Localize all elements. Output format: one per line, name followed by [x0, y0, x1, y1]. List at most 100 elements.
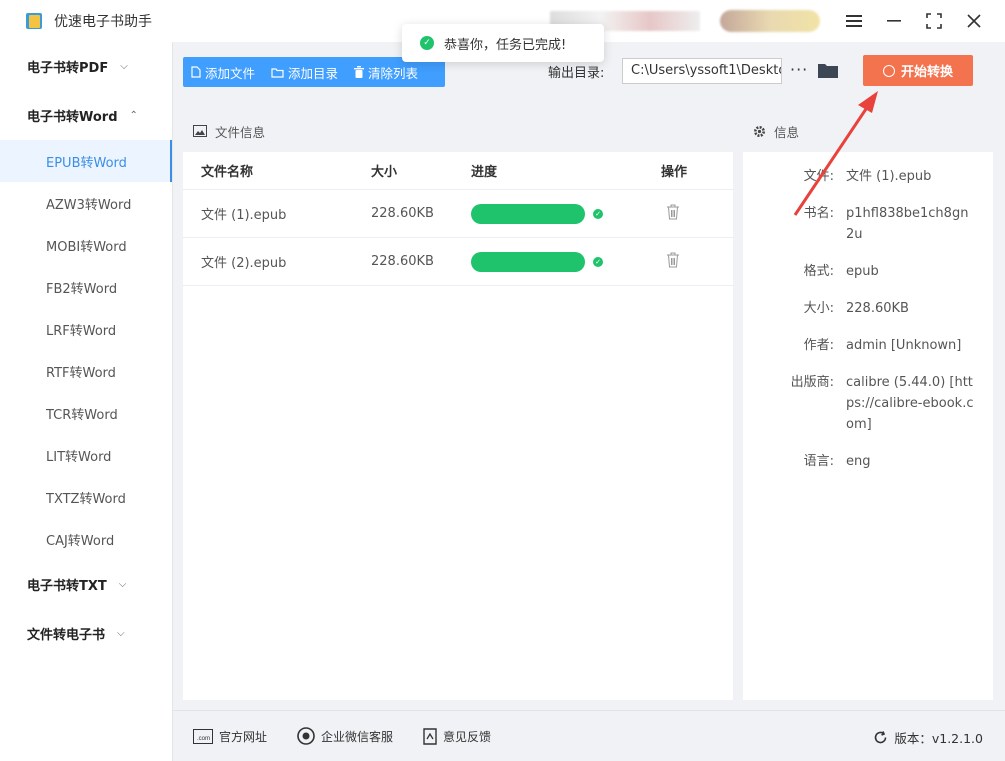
- sidebar: 电子书转PDF ⌵ 电子书转Word ⌃ EPUB转Word AZW3转Word…: [0, 42, 173, 761]
- sidebar-item-lit-word[interactable]: LIT转Word: [0, 434, 172, 476]
- col-action-header: 操作: [661, 165, 688, 180]
- image-icon: [193, 125, 207, 137]
- table-row[interactable]: 文件 (1).epub 228.60KB ✓: [183, 190, 733, 238]
- info-row-title: 书名: p1hfl838be1ch8gn2u: [743, 203, 993, 245]
- check-circle-icon: ✓: [593, 256, 603, 267]
- info-key: 文件:: [803, 169, 834, 184]
- info-key: 语言:: [803, 454, 834, 469]
- trash-icon[interactable]: [667, 252, 679, 268]
- info-value: 228.60KB: [846, 301, 909, 316]
- loading-ring-icon: [882, 64, 895, 77]
- version-info[interactable]: 版本：v1.2.1.0: [873, 728, 983, 747]
- sidebar-item-fb2-word[interactable]: FB2转Word: [0, 266, 172, 308]
- start-convert-label: 开始转换: [900, 65, 953, 80]
- wechat-service-label: 企业微信客服: [321, 729, 394, 744]
- info-row-size: 大小: 228.60KB: [743, 298, 993, 319]
- file-table-header: 文件名称 大小 进度 操作: [183, 152, 733, 190]
- more-options-button[interactable]: ···: [790, 60, 808, 79]
- info-row-format: 格式: epub: [743, 261, 993, 282]
- folder-icon[interactable]: [818, 62, 838, 78]
- info-value: admin [Unknown]: [846, 338, 962, 353]
- wechat-service-link[interactable]: 企业微信客服: [297, 727, 393, 745]
- sidebar-group-pdf[interactable]: 电子书转PDF ⌵: [0, 42, 172, 91]
- file-name: 文件 (1).epub: [201, 208, 287, 223]
- file-panel-title: 文件信息: [215, 124, 266, 140]
- feedback-icon: [423, 727, 437, 745]
- info-panel-title: 信息: [774, 124, 800, 140]
- add-file-button[interactable]: 添加文件: [183, 57, 263, 87]
- sidebar-group-to-ebook[interactable]: 文件转电子书 ⌵: [0, 609, 172, 658]
- sidebar-item-lrf-word[interactable]: LRF转Word: [0, 308, 172, 350]
- book-info-panel: 信息 文件: 文件 (1).epub 书名: p1hfl838be1ch8gn2u …: [743, 110, 993, 700]
- info-row-language: 语言: eng: [743, 451, 993, 472]
- close-icon[interactable]: [957, 8, 991, 34]
- toast-message: 恭喜你，任务已完成!: [444, 37, 567, 53]
- progress-bar: [471, 251, 585, 272]
- footer: .com 官方网址 企业微信客服 意见反馈 版本：v1.2.1.0: [173, 710, 1005, 761]
- col-progress-header: 进度: [471, 165, 498, 180]
- svg-text:.com: .com: [197, 736, 210, 742]
- sidebar-item-caj-word[interactable]: CAJ转Word: [0, 518, 172, 560]
- col-size-header: 大小: [371, 165, 398, 180]
- sidebar-group-label: 文件转电子书: [27, 628, 106, 643]
- add-directory-label: 添加目录: [288, 65, 339, 81]
- table-row[interactable]: 文件 (2).epub 228.60KB ✓: [183, 238, 733, 286]
- file-info-panel: 文件信息 文件名称 大小 进度 操作 文件 (1).epub 228.60KB …: [183, 110, 733, 700]
- info-key: 出版商:: [790, 375, 834, 390]
- chevron-down-icon: ⌵: [117, 628, 125, 639]
- add-file-label: 添加文件: [205, 65, 256, 81]
- clear-list-label: 清除列表: [368, 65, 419, 81]
- progress-bar: [471, 203, 585, 224]
- info-row-author: 作者: admin [Unknown]: [743, 335, 993, 356]
- check-circle-icon: ✓: [420, 36, 434, 50]
- sidebar-group-word[interactable]: 电子书转Word ⌃: [0, 91, 172, 140]
- sidebar-group-label: 电子书转PDF: [27, 61, 109, 76]
- file-size: 228.60KB: [371, 206, 434, 221]
- info-key: 格式:: [803, 264, 834, 279]
- file-size: 228.60KB: [371, 254, 434, 269]
- app-title: 优速电子书助手: [54, 14, 152, 30]
- info-value: 文件 (1).epub: [846, 169, 932, 184]
- sidebar-group-label: 电子书转TXT: [27, 579, 107, 594]
- website-label: 官方网址: [219, 729, 268, 744]
- start-convert-button[interactable]: 开始转换: [863, 55, 973, 86]
- info-key: 大小:: [803, 301, 834, 316]
- version-label: 版本：v1.2.1.0: [894, 731, 983, 746]
- file-name: 文件 (2).epub: [201, 256, 287, 271]
- check-circle-icon: ✓: [593, 208, 603, 219]
- chevron-down-icon: ⌵: [120, 61, 128, 72]
- add-directory-button[interactable]: 添加目录: [263, 57, 346, 87]
- output-dir-input[interactable]: C:\Users\yssoft1\Desktop: [622, 58, 782, 84]
- chevron-down-icon: ⌵: [118, 579, 127, 590]
- sidebar-item-txtz-word[interactable]: TXTZ转Word: [0, 476, 172, 518]
- info-value: epub: [846, 264, 879, 279]
- file-icon: [191, 66, 201, 78]
- folder-outline-icon: [271, 67, 284, 78]
- maximize-icon[interactable]: [917, 8, 951, 34]
- trash-icon[interactable]: [667, 204, 679, 220]
- chevron-up-icon: ⌃: [129, 110, 138, 121]
- info-key: 作者:: [803, 338, 834, 353]
- feedback-link[interactable]: 意见反馈: [423, 727, 492, 745]
- info-value: eng: [846, 454, 871, 469]
- file-panel-header: 文件信息: [183, 110, 733, 152]
- blurred-vip-badge: [720, 10, 820, 32]
- refresh-icon: [875, 731, 887, 744]
- sidebar-item-epub-word[interactable]: EPUB转Word: [0, 140, 172, 182]
- feedback-label: 意见反馈: [443, 729, 492, 744]
- hamburger-icon[interactable]: [837, 8, 871, 34]
- sidebar-item-tcr-word[interactable]: TCR转Word: [0, 392, 172, 434]
- website-icon: .com: [193, 728, 213, 744]
- info-value: p1hfl838be1ch8gn2u: [846, 206, 969, 242]
- sidebar-item-mobi-word[interactable]: MOBI转Word: [0, 224, 172, 266]
- app-logo-icon: [24, 11, 44, 31]
- sidebar-group-txt[interactable]: 电子书转TXT ⌵: [0, 560, 172, 609]
- sidebar-item-rtf-word[interactable]: RTF转Word: [0, 350, 172, 392]
- minimize-icon[interactable]: [877, 8, 911, 34]
- chat-icon: [297, 727, 315, 745]
- info-key: 书名:: [803, 206, 834, 221]
- info-row-file: 文件: 文件 (1).epub: [743, 166, 993, 187]
- website-link[interactable]: .com 官方网址: [193, 728, 267, 745]
- info-panel-header: 信息: [743, 110, 993, 152]
- sidebar-item-azw3-word[interactable]: AZW3转Word: [0, 182, 172, 224]
